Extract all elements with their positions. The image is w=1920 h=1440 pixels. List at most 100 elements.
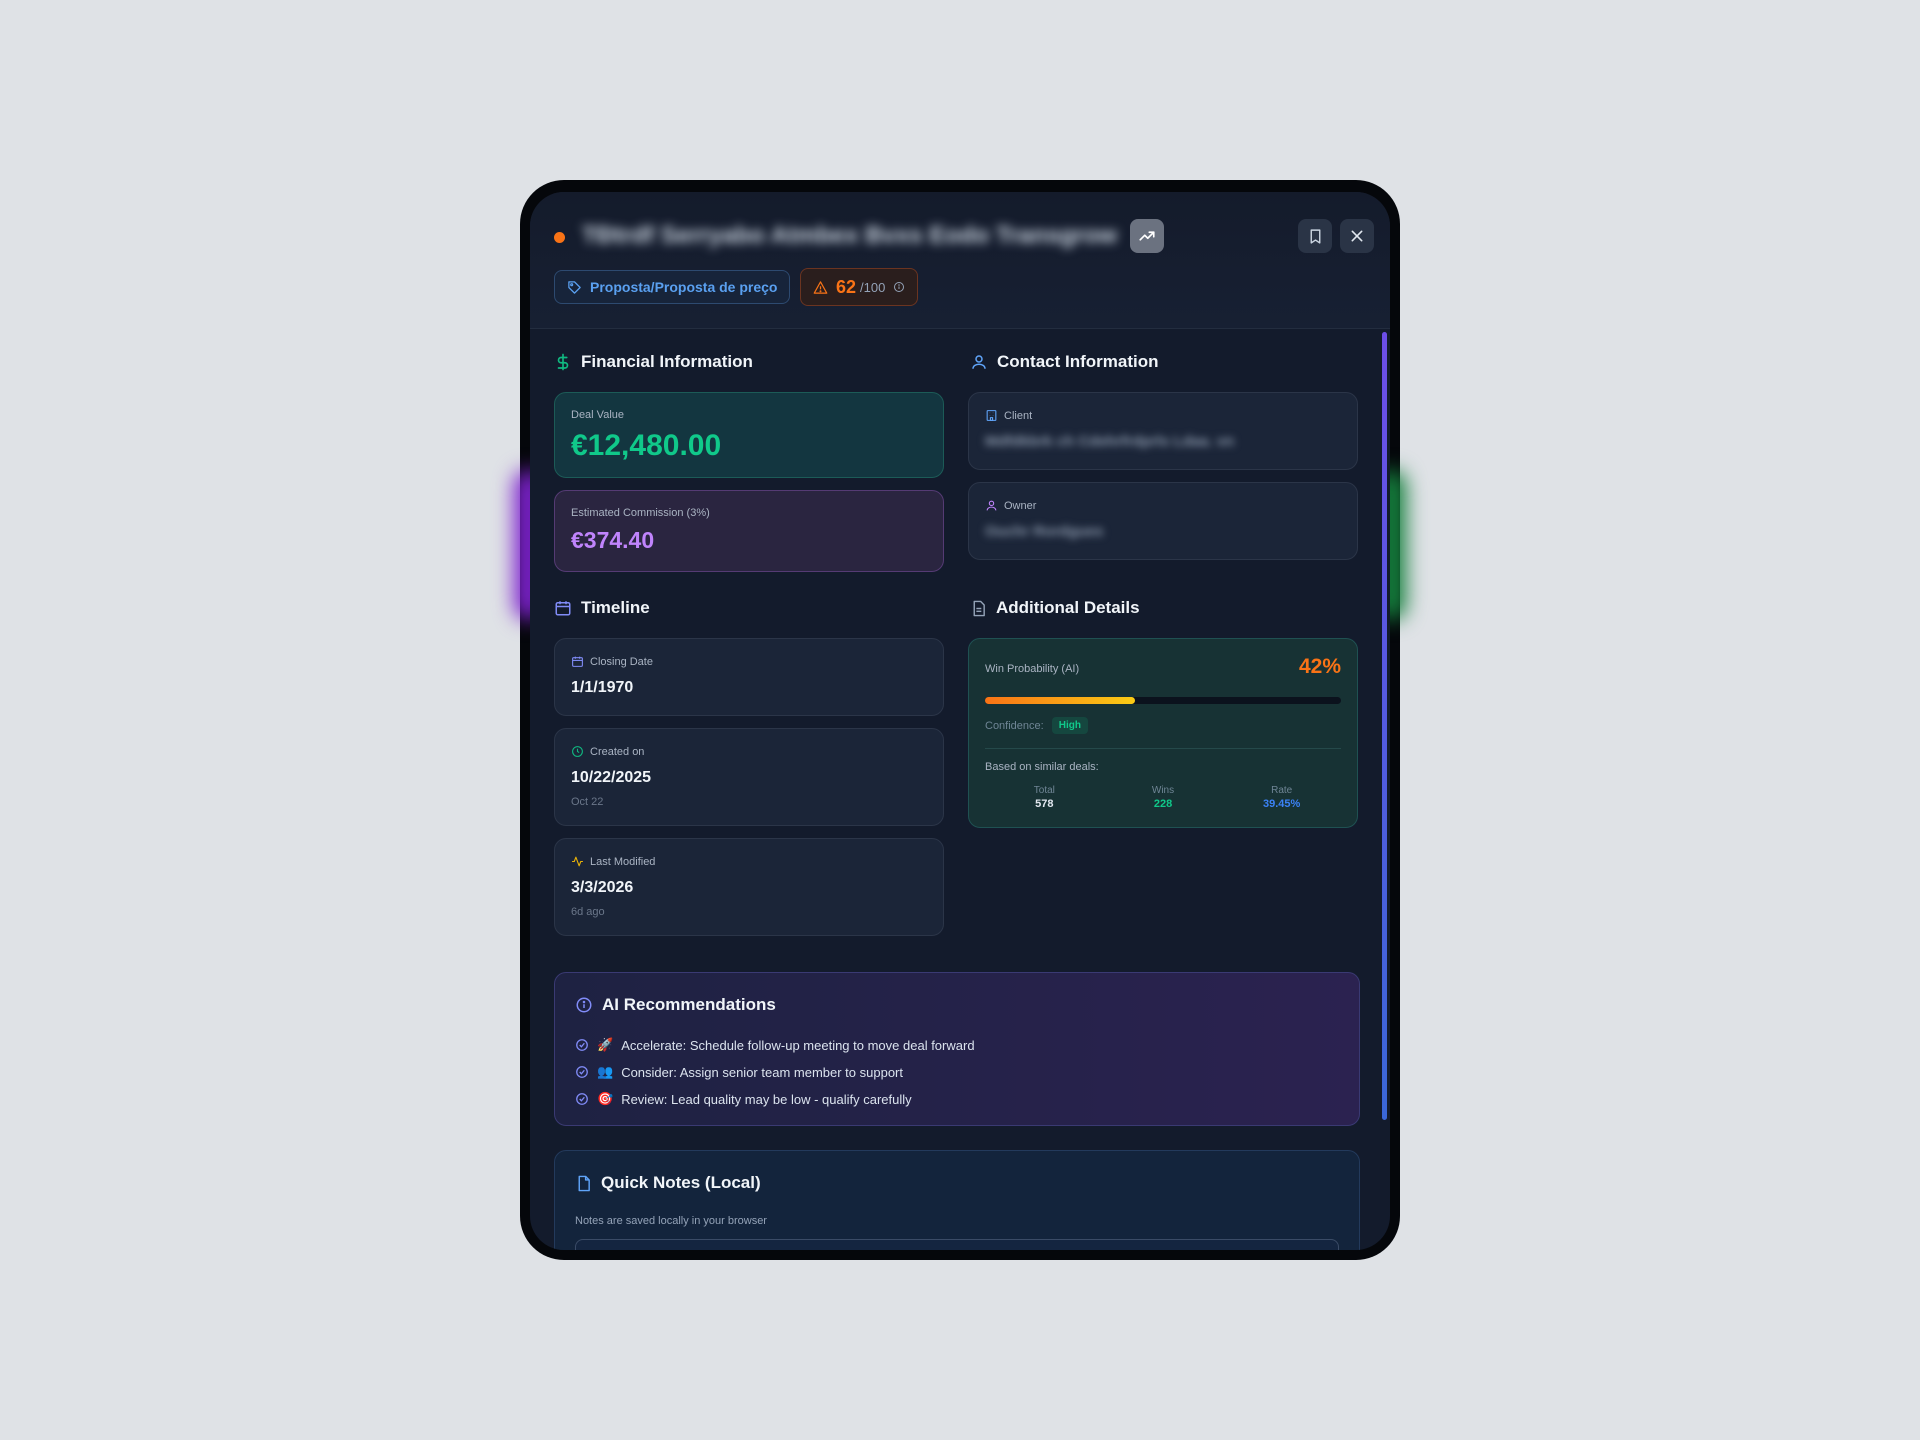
win-probability-label: Win Probability (AI) <box>985 663 1080 675</box>
lead-score-badge[interactable]: 62 /100 <box>800 268 919 306</box>
details-section-title: Additional Details <box>970 598 1140 618</box>
closing-date-label-text: Closing Date <box>590 655 653 668</box>
quick-notes-title: Quick Notes (Local) <box>575 1173 761 1193</box>
info-icon <box>894 282 905 292</box>
owner-label-text: Owner <box>1004 499 1037 512</box>
created-sub: Oct 22 <box>571 796 604 808</box>
tag-icon <box>568 280 581 294</box>
recommendation-item: 🚀 Accelerate: Schedule follow-up meeting… <box>575 1037 975 1053</box>
check-circle-icon <box>576 1093 588 1105</box>
timeline-section-title: Timeline <box>554 598 650 618</box>
confidence-label: Confidence: <box>985 719 1044 732</box>
ai-recommendations-panel: AI Recommendations 🚀 Accelerate: Schedul… <box>554 972 1360 1126</box>
user-icon <box>972 355 986 369</box>
similar-deals-stats: Total 578 Wins 228 Rate 39.45% <box>985 785 1341 810</box>
calendar-icon <box>572 656 583 667</box>
stat-value: 39.45% <box>1263 798 1301 810</box>
recommendation-text: Accelerate: Schedule follow-up meeting t… <box>621 1037 975 1053</box>
user-icon <box>986 500 997 511</box>
recommendation-text: Review: Lead quality may be low - qualif… <box>621 1091 912 1107</box>
created-value: 10/22/2025 <box>571 769 652 786</box>
bookmark-button[interactable] <box>1298 219 1332 253</box>
deal-modal: TĐtrdf Serryabo Atmbex Bvxs Eodo Transgr… <box>530 192 1390 1250</box>
created-card: Created on 10/22/2025 Oct 22 <box>554 728 944 826</box>
win-probability-value: 42% <box>1298 655 1341 678</box>
recommendations-title-text: AI Recommendations <box>602 995 776 1014</box>
created-label-text: Created on <box>590 745 645 758</box>
close-icon <box>1351 230 1363 242</box>
stat-label: Wins <box>1151 785 1175 796</box>
dollar-icon <box>557 353 569 371</box>
commission-label: Estimated Commission (3%) <box>571 507 710 519</box>
trending-up-icon <box>1139 231 1155 241</box>
stat-wins: Wins 228 <box>1104 785 1223 810</box>
stat-value: 228 <box>1153 798 1173 810</box>
note-input[interactable] <box>575 1239 1339 1250</box>
similar-deals-label: Based on similar deals: <box>985 761 1099 773</box>
modified-label: Last Modified <box>571 855 655 868</box>
contact-title-text: Contact Information <box>997 352 1159 371</box>
building-icon <box>986 410 997 421</box>
quick-notes-panel: Quick Notes (Local) Notes are saved loca… <box>554 1150 1360 1250</box>
activity-icon <box>572 856 583 867</box>
financial-section-title: Financial Information <box>554 352 753 372</box>
commission-card: Estimated Commission (3%) €374.40 <box>554 490 944 572</box>
stat-rate: Rate 39.45% <box>1222 785 1341 810</box>
close-button[interactable] <box>1340 219 1374 253</box>
note-icon <box>578 1175 590 1191</box>
details-title-text: Additional Details <box>996 598 1140 617</box>
stat-total: Total 578 <box>985 785 1104 810</box>
recommendation-item: 🎯 Review: Lead quality may be low - qual… <box>575 1091 912 1107</box>
check-circle-icon <box>576 1039 588 1051</box>
recommendations-title: AI Recommendations <box>575 995 776 1015</box>
device-frame: TĐtrdf Serryabo Atmbex Bvxs Eodo Transgr… <box>514 180 1406 1260</box>
check-circle-icon <box>576 1066 588 1078</box>
bookmark-icon <box>1310 228 1320 244</box>
status-dot <box>554 232 565 243</box>
stage-tag-label: Proposta/Proposta de preço <box>590 279 778 295</box>
lead-score-value: 62 <box>836 276 857 297</box>
scrollbar[interactable] <box>1382 332 1387 1120</box>
closing-date-card: Closing Date 1/1/1970 <box>554 638 944 716</box>
stat-label: Rate <box>1271 785 1293 796</box>
divider <box>985 748 1341 749</box>
owner-value: Ouchr Rordgues <box>985 523 1104 540</box>
info-circle-icon <box>576 997 592 1013</box>
deal-title: TĐtrdf Serryabo Atmbex Bvxs Eodo Transgr… <box>582 222 1118 249</box>
client-label: Client <box>985 409 1032 422</box>
closing-date-value: 1/1/1970 <box>571 679 634 696</box>
clock-icon <box>572 746 583 757</box>
confidence-badge: High <box>1051 717 1088 734</box>
recommendation-emoji: 🚀 <box>597 1037 614 1052</box>
stat-value: 578 <box>1035 798 1054 810</box>
closing-date-label: Closing Date <box>571 655 653 668</box>
win-probability-card: Win Probability (AI) 42% Confidence: Hig… <box>968 638 1358 828</box>
quick-notes-hint: Notes are saved locally in your browser <box>575 1215 767 1227</box>
commission-value: €374.40 <box>571 527 655 553</box>
client-label-text: Client <box>1004 409 1033 422</box>
trend-button[interactable] <box>1130 219 1164 253</box>
deal-value-card: Deal Value €12,480.00 <box>554 392 944 478</box>
win-probability-track <box>985 697 1341 704</box>
warning-icon <box>813 280 828 294</box>
financial-title-text: Financial Information <box>581 352 753 371</box>
created-label: Created on <box>571 745 644 758</box>
owner-label: Owner <box>985 499 1036 512</box>
modified-value: 3/3/2026 <box>571 879 634 896</box>
owner-card[interactable]: Owner Ouchr Rordgues <box>968 482 1358 560</box>
client-card[interactable]: Client Mdfdkbrk ch Cdehrfrdprls Ldaa. vn <box>968 392 1358 470</box>
win-probability-fill <box>985 697 1135 704</box>
timeline-title-text: Timeline <box>581 598 650 617</box>
modified-sub: 6d ago <box>571 906 605 918</box>
document-icon <box>973 600 985 616</box>
client-value: Mdfdkbrk ch Cdehrfrdprls Ldaa. vn <box>985 433 1235 450</box>
deal-value-label: Deal Value <box>571 409 624 421</box>
modified-card: Last Modified 3/3/2026 6d ago <box>554 838 944 936</box>
recommendation-text: Consider: Assign senior team member to s… <box>621 1064 903 1080</box>
modal-header: TĐtrdf Serryabo Atmbex Bvxs Eodo Transgr… <box>530 192 1390 329</box>
recommendation-emoji: 👥 <box>597 1064 614 1079</box>
recommendation-emoji: 🎯 <box>597 1091 614 1106</box>
contact-section-title: Contact Information <box>970 352 1159 372</box>
stage-tag[interactable]: Proposta/Proposta de preço <box>554 270 791 304</box>
modified-label-text: Last Modified <box>590 855 656 868</box>
